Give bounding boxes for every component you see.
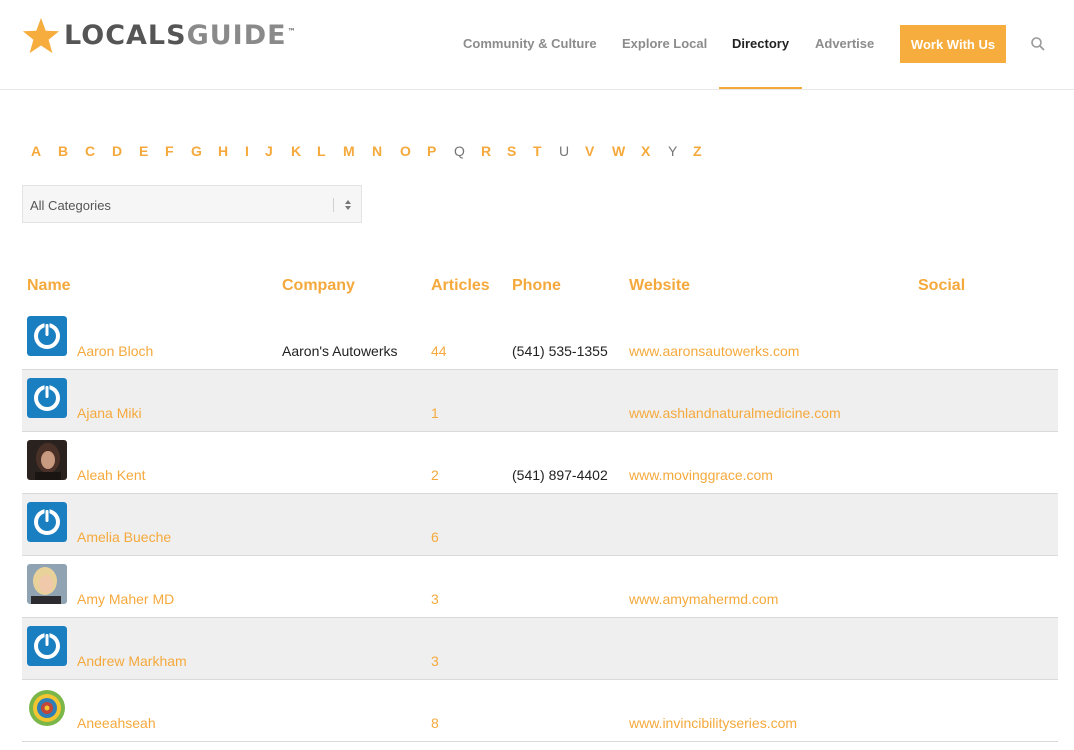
website-link[interactable]: www.invincibilityseries.com <box>629 715 797 731</box>
letter-filter-m[interactable]: M <box>343 143 355 159</box>
star-icon <box>22 17 60 54</box>
website-link[interactable]: www.aaronsautowerks.com <box>629 343 799 359</box>
nav-directory[interactable]: Directory <box>732 36 789 51</box>
letter-filter-a[interactable]: A <box>31 143 41 159</box>
letter-filter-u: U <box>559 143 570 159</box>
articles-count-link[interactable]: 3 <box>431 591 439 607</box>
photo-dark-avatar[interactable] <box>27 440 67 480</box>
letter-filter-x[interactable]: X <box>641 143 650 159</box>
letter-filter-q: Q <box>454 143 465 159</box>
letter-filter-v[interactable]: V <box>585 143 594 159</box>
nav-explore-local[interactable]: Explore Local <box>622 36 707 51</box>
letter-filter-j[interactable]: J <box>265 143 273 159</box>
letter-filter-i[interactable]: I <box>245 143 249 159</box>
member-name-link[interactable]: Amelia Bueche <box>77 529 171 545</box>
letter-filter-f[interactable]: F <box>165 143 174 159</box>
logo-trademark: ™ <box>287 27 297 36</box>
site-logo[interactable]: LOCALSGUIDE™ <box>22 16 297 56</box>
power-avatar[interactable] <box>27 316 67 356</box>
nav-community-culture[interactable]: Community & Culture <box>463 36 597 51</box>
articles-count-link[interactable]: 44 <box>431 343 447 359</box>
letter-filter-w[interactable]: W <box>612 143 625 159</box>
letter-filter-o[interactable]: O <box>400 143 411 159</box>
letter-filter-t[interactable]: T <box>533 143 542 159</box>
website-link[interactable]: www.amymahermd.com <box>629 591 778 607</box>
work-with-us-button[interactable]: Work With Us <box>900 25 1006 63</box>
table-row: Amy Maher MD 3 www.amymahermd.com <box>22 556 1058 618</box>
site-header: LOCALSGUIDE™ Community & Culture Explore… <box>0 0 1074 90</box>
member-name-link[interactable]: Andrew Markham <box>77 653 187 669</box>
power-avatar[interactable] <box>27 378 67 418</box>
column-header-phone[interactable]: Phone <box>512 277 561 295</box>
nav-advertise[interactable]: Advertise <box>815 36 874 51</box>
letter-filter-c[interactable]: C <box>85 143 95 159</box>
member-name-link[interactable]: Ajana Miki <box>77 405 142 421</box>
table-row: Ajana Miki 1 www.ashlandnaturalmedicine.co… <box>22 370 1058 432</box>
letter-filter-s[interactable]: S <box>507 143 516 159</box>
logo-wordmark: LOCALSGUIDE™ <box>64 16 297 56</box>
letter-filter-e[interactable]: E <box>139 143 148 159</box>
member-name-link[interactable]: Aleah Kent <box>77 467 146 483</box>
website-link[interactable]: www.ashlandnaturalmedicine.com <box>629 405 841 421</box>
member-name-link[interactable]: Amy Maher MD <box>77 591 174 607</box>
table-row: Aleah Kent 2 (541) 897-4402 www.movinggrace… <box>22 432 1058 494</box>
letter-filter-g[interactable]: G <box>191 143 202 159</box>
letter-filter-n[interactable]: N <box>372 143 382 159</box>
table-row: Aneeahseah 8 www.invincibilityseries.com <box>22 680 1058 742</box>
articles-count-link[interactable]: 3 <box>431 653 439 669</box>
letter-filter-z[interactable]: Z <box>693 143 702 159</box>
select-arrows-icon <box>345 200 351 210</box>
phone-cell: (541) 535-1355 <box>512 343 608 359</box>
mandala-avatar[interactable] <box>27 688 67 728</box>
letter-filter-y: Y <box>668 143 678 159</box>
column-header-website[interactable]: Website <box>629 277 690 295</box>
category-select[interactable]: All Categories <box>22 185 362 223</box>
letter-filter-b[interactable]: B <box>58 143 68 159</box>
select-divider <box>333 198 334 212</box>
column-header-company[interactable]: Company <box>282 277 355 295</box>
letter-filter-p[interactable]: P <box>427 143 436 159</box>
letter-filter-h[interactable]: H <box>218 143 228 159</box>
logo-guide: GUIDE <box>186 20 287 51</box>
power-avatar[interactable] <box>27 502 67 542</box>
articles-count-link[interactable]: 6 <box>431 529 439 545</box>
website-link[interactable]: www.movinggrace.com <box>629 467 773 483</box>
phone-cell: (541) 897-4402 <box>512 467 608 483</box>
logo-locals: LOCALS <box>64 20 187 51</box>
photo-light-avatar[interactable] <box>27 564 67 604</box>
member-name-link[interactable]: Aaron Bloch <box>77 343 153 359</box>
member-name-link[interactable]: Aneeahseah <box>77 715 156 731</box>
company-cell: Aaron's Autowerks <box>282 343 398 359</box>
power-avatar[interactable] <box>27 626 67 666</box>
articles-count-link[interactable]: 1 <box>431 405 439 421</box>
column-header-social[interactable]: Social <box>918 277 965 295</box>
search-icon[interactable] <box>1030 36 1046 52</box>
category-select-value: All Categories <box>30 198 111 213</box>
table-row: Amelia Bueche 6 <box>22 494 1058 556</box>
nav-active-indicator <box>719 87 802 89</box>
column-header-articles[interactable]: Articles <box>431 277 490 295</box>
letter-filter-k[interactable]: K <box>291 143 301 159</box>
articles-count-link[interactable]: 8 <box>431 715 439 731</box>
table-row: Aaron Bloch Aaron's Autowerks 44 (541) 535-… <box>22 308 1058 370</box>
letter-filter-d[interactable]: D <box>112 143 122 159</box>
letter-filter-l[interactable]: L <box>317 143 326 159</box>
column-header-name[interactable]: Name <box>27 277 71 295</box>
articles-count-link[interactable]: 2 <box>431 467 439 483</box>
table-row: Andrew Markham 3 <box>22 618 1058 680</box>
letter-filter-r[interactable]: R <box>481 143 491 159</box>
